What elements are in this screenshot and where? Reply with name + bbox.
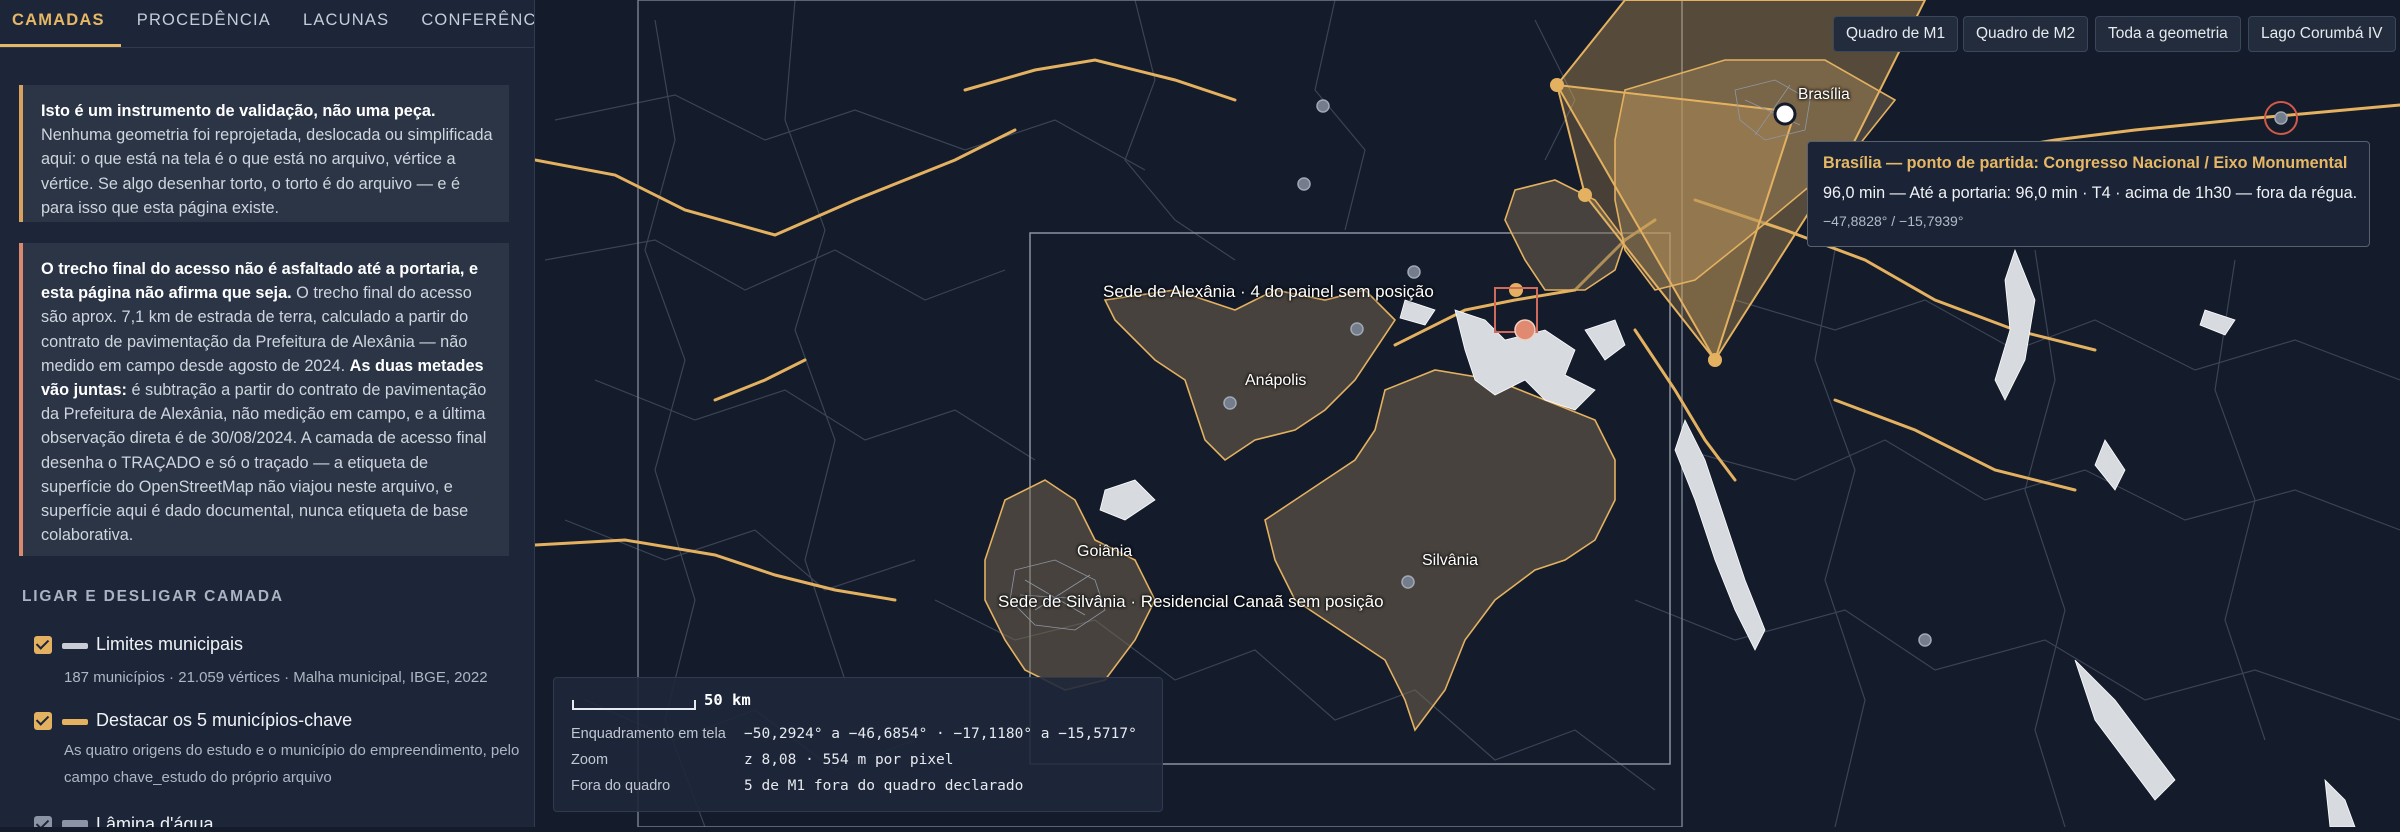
access-road-notice-text-2: é subtração a partir do contrato de pavi… bbox=[41, 381, 487, 545]
layer-lamina-swatch bbox=[62, 820, 88, 827]
info-label-fora: Fora do quadro bbox=[571, 778, 671, 794]
frame-m2-button[interactable]: Quadro de M2 bbox=[1963, 16, 2089, 52]
layers-heading: LIGAR E DESLIGAR CAMADA bbox=[22, 588, 284, 605]
all-geometry-button[interactable]: Toda a geometria bbox=[2095, 16, 2241, 52]
layer-destacar-desc: As quatro origens do estudo e o municípi… bbox=[64, 742, 520, 786]
layer-limites-checkbox[interactable] bbox=[34, 636, 52, 654]
sidebar: CAMADAS PROCEDÊNCIA LACUNAS CONFERÊNCIAS… bbox=[0, 0, 535, 827]
tab-camadas[interactable]: CAMADAS bbox=[0, 0, 121, 47]
scale-label: 50 km bbox=[704, 691, 751, 709]
layer-limites-desc: 187 municípios · 21.059 vértices · Malha… bbox=[64, 669, 488, 686]
info-value-zoom: z 8,08 · 554 m por pixel bbox=[744, 752, 954, 768]
map-info-panel: 50 km Enquadramento em tela −50,2924° a … bbox=[553, 677, 1163, 812]
info-value-enquadramento: −50,2924° a −46,6854° · −17,1180° a −15,… bbox=[744, 726, 1137, 742]
info-value-fora: 5 de M1 fora do quadro declarado bbox=[744, 778, 1024, 794]
label-brasilia: Brasília bbox=[1798, 86, 1850, 103]
validation-notice-bold: Isto é um instrumento de validação, não … bbox=[41, 102, 436, 120]
layer-limites-title: Limites municipais bbox=[96, 634, 244, 654]
tab-lacunas[interactable]: LACUNAS bbox=[287, 0, 405, 47]
scale-bar bbox=[572, 700, 696, 710]
tooltip-title: Brasília — ponto de partida: Congresso N… bbox=[1823, 154, 2348, 172]
tab-bar: CAMADAS PROCEDÊNCIA LACUNAS CONFERÊNCIAS bbox=[0, 0, 534, 48]
brasilia-origin-marker[interactable] bbox=[1773, 102, 1797, 126]
validation-notice-text: Nenhuma geometria foi reprojetada, deslo… bbox=[41, 126, 493, 217]
label-goiania: Goiânia bbox=[1077, 543, 1133, 560]
label-sede-silvania: Sede de Silvânia · Residencial Canaã sem… bbox=[998, 592, 1384, 611]
layer-lamina-checkbox[interactable] bbox=[34, 816, 52, 827]
origin-tooltip: Brasília — ponto de partida: Congresso N… bbox=[1807, 141, 2370, 247]
info-label-zoom: Zoom bbox=[571, 752, 609, 768]
validation-notice: Isto é um instrumento de validação, não … bbox=[19, 85, 509, 222]
layer-destacar-swatch bbox=[62, 719, 88, 725]
tab-conferencias[interactable]: CONFERÊNCIAS bbox=[405, 0, 534, 47]
label-silvania: Silvânia bbox=[1422, 552, 1479, 569]
label-sede-alexania: Sede de Alexânia · 4 do painel sem posiç… bbox=[1103, 282, 1434, 301]
tab-procedencia[interactable]: PROCEDÊNCIA bbox=[121, 0, 287, 47]
tooltip-coords: −47,8828° / −15,7939° bbox=[1823, 213, 1964, 229]
layer-destacar-title: Destacar os 5 municípios-chave bbox=[96, 710, 353, 730]
access-road-notice: O trecho final do acesso não é asfaltado… bbox=[19, 243, 509, 556]
layer-limites-swatch bbox=[62, 643, 88, 649]
frame-m1-button[interactable]: Quadro de M1 bbox=[1833, 16, 1959, 52]
lago-corumba-button[interactable]: Lago Corumbá IV bbox=[2248, 16, 2396, 52]
label-anapolis: Anápolis bbox=[1245, 372, 1307, 389]
layer-lamina-title: Lâmina d'água bbox=[96, 814, 214, 827]
layer-destacar-checkbox[interactable] bbox=[34, 712, 52, 730]
info-label-enquadramento: Enquadramento em tela bbox=[571, 726, 726, 742]
tooltip-body: 96,0 min — Até a portaria: 96,0 min · T4… bbox=[1823, 184, 2358, 202]
